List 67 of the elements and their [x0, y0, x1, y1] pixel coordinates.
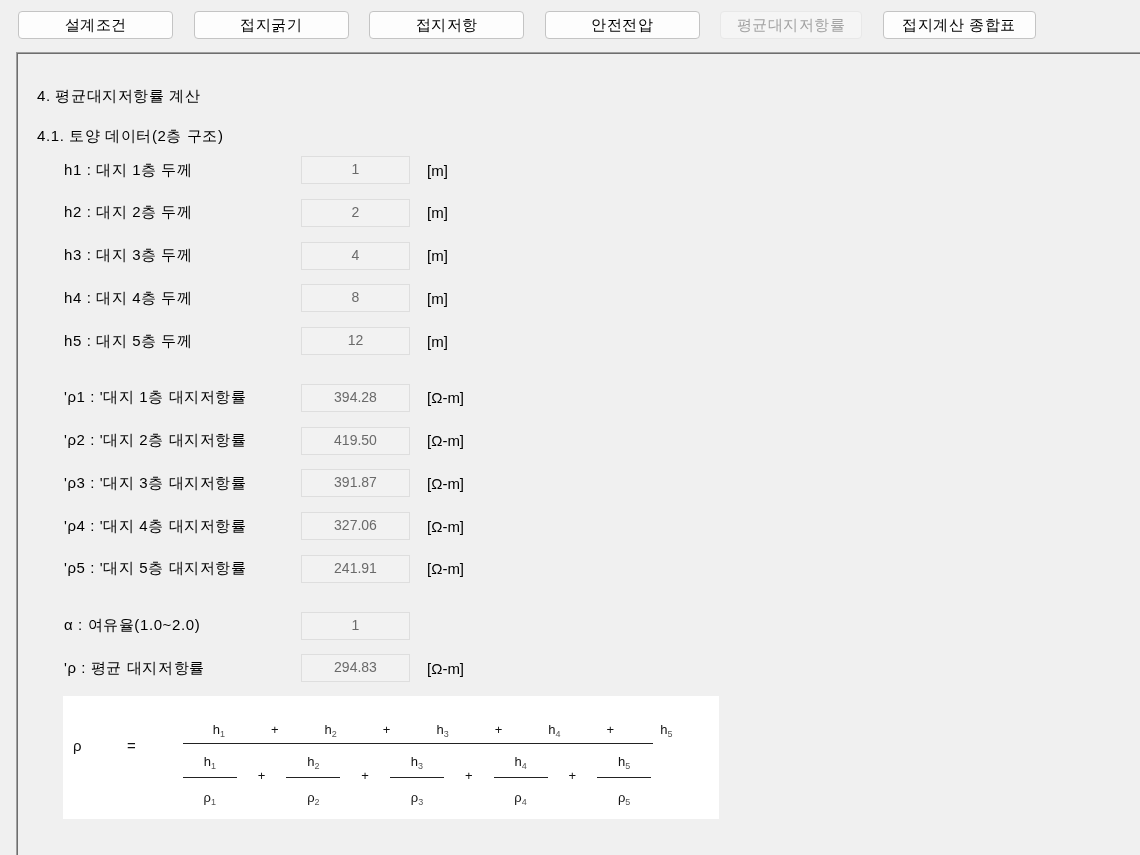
value-field[interactable]: 12	[301, 327, 410, 356]
field-label: h4 : 대지 4층 두께	[64, 288, 193, 306]
value-field[interactable]: 2	[301, 198, 410, 227]
formula-term: h$_{2}$	[324, 721, 337, 740]
unit-label: [m]	[427, 204, 448, 222]
unit-label: [m]	[427, 289, 448, 307]
formula-term: ρ$_{3}$	[410, 789, 424, 808]
plus-sign: +	[568, 766, 577, 785]
field-label: h5 : 대지 5층 두께	[64, 331, 193, 349]
unit-label: [m]	[427, 247, 448, 265]
formula-term: ρ$_{1}$	[203, 789, 216, 808]
field-label: α : 여유율(1.0~2.0)	[64, 616, 201, 634]
toolbar-button[interactable]: 접지굵기	[193, 11, 349, 39]
value-field[interactable]: 1	[301, 156, 410, 184]
value-field[interactable]: 8	[301, 284, 410, 313]
plus-sign: +	[361, 766, 369, 785]
toolbar-button[interactable]: 안전전압	[544, 11, 700, 39]
field-label: 'ρ3 : '대지 3층 대지저항률	[64, 473, 247, 491]
equals-sign: =	[127, 736, 136, 757]
unit-label: [Ω-m]	[427, 560, 465, 578]
plus-sign: +	[464, 766, 473, 785]
formula-term: h$_{1}$	[212, 721, 225, 740]
value-field[interactable]: 294.83	[301, 654, 410, 683]
toolbar-button[interactable]: 접지계산 종합표	[882, 11, 1036, 39]
plus-sign: +	[271, 721, 279, 740]
formula-term: h$_{5}$	[618, 753, 631, 772]
toolbar-button[interactable]: 접지저항	[369, 11, 524, 39]
formula-term: ρ$_{2}$	[307, 789, 320, 808]
formula-term: h$_{3}$	[410, 753, 424, 772]
plus-sign: +	[382, 721, 391, 740]
value-field[interactable]: 419.50	[301, 426, 410, 455]
field-label: 'ρ5 : '대지 5층 대지저항률	[64, 559, 247, 577]
unit-label: [m]	[427, 332, 448, 350]
unit-label: [Ω-m]	[427, 659, 465, 677]
field-label: 'ρ : 평균 대지저항률	[64, 658, 205, 676]
field-label: h1 : 대지 1층 두께	[64, 160, 193, 178]
value-field[interactable]: 394.28	[301, 383, 410, 412]
formula-term: h$_{4}$	[514, 753, 527, 772]
field-label: h2 : 대지 2층 두께	[64, 203, 193, 221]
value-field[interactable]: 241.91	[301, 554, 410, 583]
formula-term: h$_{5}$	[660, 721, 673, 740]
unit-label: [Ω-m]	[427, 474, 465, 492]
formula-term: h$_{3}$	[436, 721, 449, 740]
value-field[interactable]: 1	[301, 611, 410, 640]
value-field[interactable]: 391.87	[301, 469, 410, 498]
unit-label: [Ω-m]	[427, 389, 465, 407]
field-label: h3 : 대지 3층 두께	[64, 246, 193, 264]
unit-label: [Ω-m]	[427, 517, 465, 535]
unit-label: [m]	[427, 161, 448, 179]
plus-sign: +	[257, 766, 266, 785]
formula-term: ρ$_{5}$	[617, 789, 631, 808]
plus-sign: +	[606, 721, 615, 740]
toolbar-button[interactable]: 설계조건	[18, 11, 173, 39]
unit-label: [Ω-m]	[427, 432, 465, 450]
subsection-heading: 4.1. 토양 데이터(2층 구조)	[37, 126, 224, 146]
field-label: 'ρ4 : '대지 4층 대지저항률	[64, 516, 247, 534]
field-label: 'ρ1 : '대지 1층 대지저항률	[64, 388, 247, 406]
value-field[interactable]: 327.06	[301, 512, 410, 541]
formula-term: ρ$_{4}$	[514, 789, 527, 808]
section-heading: 4. 평균대지저항률 계산	[37, 86, 201, 106]
formula-term: h$_{1}$	[203, 753, 216, 772]
plus-sign: +	[494, 721, 503, 740]
field-label: 'ρ2 : '대지 2층 대지저항률	[64, 431, 247, 449]
formula-term: h$_{4}$	[548, 721, 561, 740]
formula-symbol: ρ	[73, 736, 83, 757]
value-field[interactable]: 4	[301, 241, 410, 270]
formula-term: h$_{2}$	[307, 753, 320, 772]
